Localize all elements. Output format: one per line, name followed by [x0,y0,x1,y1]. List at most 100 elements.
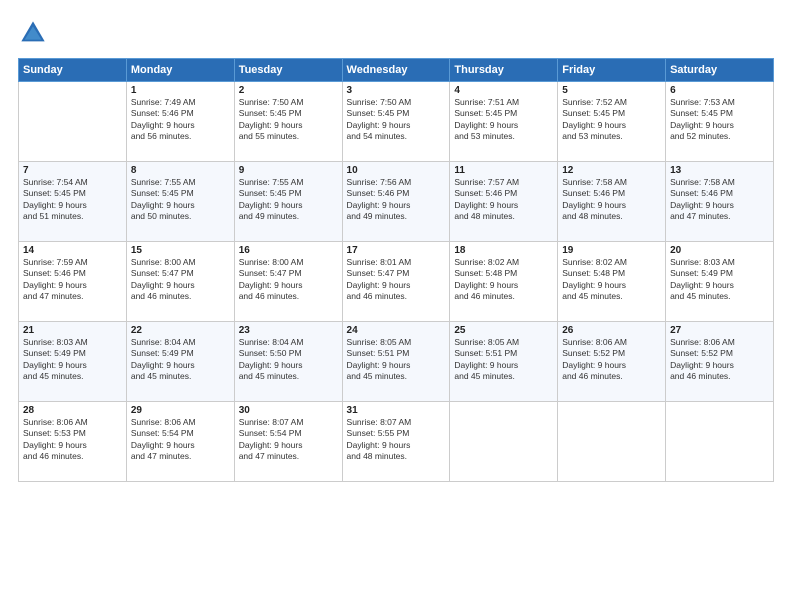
day-number: 2 [239,85,338,96]
week-row-5: 28Sunrise: 8:06 AM Sunset: 5:53 PM Dayli… [19,402,774,482]
day-number: 16 [239,245,338,256]
day-number: 15 [131,245,230,256]
header-cell-friday: Friday [558,59,666,82]
day-detail: Sunrise: 8:04 AM Sunset: 5:50 PM Dayligh… [239,337,338,383]
calendar-cell: 10Sunrise: 7:56 AM Sunset: 5:46 PM Dayli… [342,162,450,242]
day-number: 5 [562,85,661,96]
day-number: 1 [131,85,230,96]
day-number: 25 [454,325,553,336]
calendar-cell [666,402,774,482]
day-detail: Sunrise: 7:50 AM Sunset: 5:45 PM Dayligh… [239,97,338,143]
day-number: 12 [562,165,661,176]
calendar-cell: 24Sunrise: 8:05 AM Sunset: 5:51 PM Dayli… [342,322,450,402]
day-detail: Sunrise: 8:04 AM Sunset: 5:49 PM Dayligh… [131,337,230,383]
day-detail: Sunrise: 7:50 AM Sunset: 5:45 PM Dayligh… [347,97,446,143]
day-detail: Sunrise: 8:03 AM Sunset: 5:49 PM Dayligh… [23,337,122,383]
calendar-cell: 8Sunrise: 7:55 AM Sunset: 5:45 PM Daylig… [126,162,234,242]
day-number: 24 [347,325,446,336]
day-detail: Sunrise: 8:07 AM Sunset: 5:54 PM Dayligh… [239,417,338,463]
day-detail: Sunrise: 8:06 AM Sunset: 5:54 PM Dayligh… [131,417,230,463]
day-detail: Sunrise: 7:49 AM Sunset: 5:46 PM Dayligh… [131,97,230,143]
day-detail: Sunrise: 7:52 AM Sunset: 5:45 PM Dayligh… [562,97,661,143]
day-detail: Sunrise: 8:02 AM Sunset: 5:48 PM Dayligh… [454,257,553,303]
day-number: 6 [670,85,769,96]
day-detail: Sunrise: 7:55 AM Sunset: 5:45 PM Dayligh… [239,177,338,223]
calendar-cell: 28Sunrise: 8:06 AM Sunset: 5:53 PM Dayli… [19,402,127,482]
calendar-cell [19,82,127,162]
day-detail: Sunrise: 7:58 AM Sunset: 5:46 PM Dayligh… [562,177,661,223]
logo [18,18,52,48]
day-detail: Sunrise: 8:05 AM Sunset: 5:51 PM Dayligh… [347,337,446,383]
calendar-cell [450,402,558,482]
calendar-body: 1Sunrise: 7:49 AM Sunset: 5:46 PM Daylig… [19,82,774,482]
calendar-cell: 16Sunrise: 8:00 AM Sunset: 5:47 PM Dayli… [234,242,342,322]
day-number: 27 [670,325,769,336]
day-number: 28 [23,405,122,416]
calendar-cell: 4Sunrise: 7:51 AM Sunset: 5:45 PM Daylig… [450,82,558,162]
day-detail: Sunrise: 8:03 AM Sunset: 5:49 PM Dayligh… [670,257,769,303]
day-detail: Sunrise: 7:54 AM Sunset: 5:45 PM Dayligh… [23,177,122,223]
header-cell-thursday: Thursday [450,59,558,82]
calendar-table: SundayMondayTuesdayWednesdayThursdayFrid… [18,58,774,482]
calendar-cell: 26Sunrise: 8:06 AM Sunset: 5:52 PM Dayli… [558,322,666,402]
calendar-cell: 15Sunrise: 8:00 AM Sunset: 5:47 PM Dayli… [126,242,234,322]
day-detail: Sunrise: 7:59 AM Sunset: 5:46 PM Dayligh… [23,257,122,303]
calendar-cell: 29Sunrise: 8:06 AM Sunset: 5:54 PM Dayli… [126,402,234,482]
calendar-cell: 12Sunrise: 7:58 AM Sunset: 5:46 PM Dayli… [558,162,666,242]
calendar-cell: 27Sunrise: 8:06 AM Sunset: 5:52 PM Dayli… [666,322,774,402]
page: SundayMondayTuesdayWednesdayThursdayFrid… [0,0,792,612]
day-detail: Sunrise: 8:00 AM Sunset: 5:47 PM Dayligh… [131,257,230,303]
calendar-cell: 6Sunrise: 7:53 AM Sunset: 5:45 PM Daylig… [666,82,774,162]
calendar-cell [558,402,666,482]
day-detail: Sunrise: 7:56 AM Sunset: 5:46 PM Dayligh… [347,177,446,223]
calendar-cell: 9Sunrise: 7:55 AM Sunset: 5:45 PM Daylig… [234,162,342,242]
header [18,18,774,48]
day-detail: Sunrise: 8:01 AM Sunset: 5:47 PM Dayligh… [347,257,446,303]
day-number: 7 [23,165,122,176]
calendar-cell: 7Sunrise: 7:54 AM Sunset: 5:45 PM Daylig… [19,162,127,242]
logo-icon [18,18,48,48]
day-number: 4 [454,85,553,96]
day-number: 8 [131,165,230,176]
calendar-cell: 1Sunrise: 7:49 AM Sunset: 5:46 PM Daylig… [126,82,234,162]
day-detail: Sunrise: 8:06 AM Sunset: 5:53 PM Dayligh… [23,417,122,463]
day-detail: Sunrise: 8:05 AM Sunset: 5:51 PM Dayligh… [454,337,553,383]
day-number: 21 [23,325,122,336]
calendar-cell: 11Sunrise: 7:57 AM Sunset: 5:46 PM Dayli… [450,162,558,242]
day-detail: Sunrise: 7:53 AM Sunset: 5:45 PM Dayligh… [670,97,769,143]
day-number: 11 [454,165,553,176]
day-detail: Sunrise: 7:55 AM Sunset: 5:45 PM Dayligh… [131,177,230,223]
week-row-3: 14Sunrise: 7:59 AM Sunset: 5:46 PM Dayli… [19,242,774,322]
calendar-cell: 17Sunrise: 8:01 AM Sunset: 5:47 PM Dayli… [342,242,450,322]
week-row-1: 1Sunrise: 7:49 AM Sunset: 5:46 PM Daylig… [19,82,774,162]
header-cell-sunday: Sunday [19,59,127,82]
header-cell-monday: Monday [126,59,234,82]
week-row-4: 21Sunrise: 8:03 AM Sunset: 5:49 PM Dayli… [19,322,774,402]
calendar-cell: 21Sunrise: 8:03 AM Sunset: 5:49 PM Dayli… [19,322,127,402]
calendar-cell: 20Sunrise: 8:03 AM Sunset: 5:49 PM Dayli… [666,242,774,322]
day-number: 26 [562,325,661,336]
calendar-cell: 30Sunrise: 8:07 AM Sunset: 5:54 PM Dayli… [234,402,342,482]
day-number: 14 [23,245,122,256]
calendar-cell: 2Sunrise: 7:50 AM Sunset: 5:45 PM Daylig… [234,82,342,162]
header-cell-saturday: Saturday [666,59,774,82]
day-number: 10 [347,165,446,176]
calendar-cell: 5Sunrise: 7:52 AM Sunset: 5:45 PM Daylig… [558,82,666,162]
day-detail: Sunrise: 8:06 AM Sunset: 5:52 PM Dayligh… [562,337,661,383]
day-number: 20 [670,245,769,256]
week-row-2: 7Sunrise: 7:54 AM Sunset: 5:45 PM Daylig… [19,162,774,242]
day-number: 17 [347,245,446,256]
day-number: 13 [670,165,769,176]
day-detail: Sunrise: 7:51 AM Sunset: 5:45 PM Dayligh… [454,97,553,143]
header-cell-tuesday: Tuesday [234,59,342,82]
day-detail: Sunrise: 8:00 AM Sunset: 5:47 PM Dayligh… [239,257,338,303]
header-cell-wednesday: Wednesday [342,59,450,82]
day-detail: Sunrise: 8:02 AM Sunset: 5:48 PM Dayligh… [562,257,661,303]
day-number: 23 [239,325,338,336]
calendar-cell: 19Sunrise: 8:02 AM Sunset: 5:48 PM Dayli… [558,242,666,322]
calendar-cell: 23Sunrise: 8:04 AM Sunset: 5:50 PM Dayli… [234,322,342,402]
calendar-cell: 3Sunrise: 7:50 AM Sunset: 5:45 PM Daylig… [342,82,450,162]
calendar-cell: 14Sunrise: 7:59 AM Sunset: 5:46 PM Dayli… [19,242,127,322]
day-number: 9 [239,165,338,176]
day-detail: Sunrise: 8:06 AM Sunset: 5:52 PM Dayligh… [670,337,769,383]
